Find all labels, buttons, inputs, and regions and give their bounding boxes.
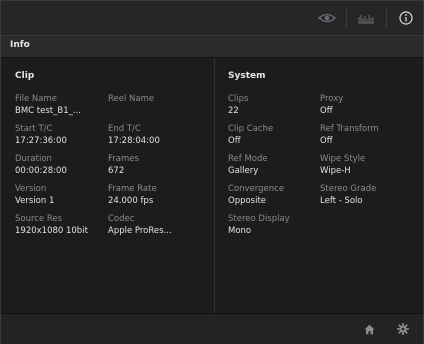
field-value: Off — [320, 106, 333, 116]
bottom-toolbar — [1, 313, 423, 344]
field-label: Stereo Grade — [320, 184, 377, 194]
field-value: Wipe-H — [320, 166, 351, 176]
info-content: Clip File Name BMC test_B1_... Reel Name… — [1, 58, 423, 313]
field-label: Proxy — [320, 94, 344, 104]
field-value: 00:00:28:00 — [15, 166, 67, 176]
field-value: Off — [320, 136, 333, 146]
clip-codec: Codec Apple ProRes... — [108, 214, 172, 237]
gear-icon[interactable] — [397, 323, 409, 335]
toolbar-separator — [386, 8, 387, 28]
field-label: Frame Rate — [108, 184, 157, 194]
clip-reel-name: Reel Name — [108, 94, 154, 106]
field-value: Gallery — [228, 166, 259, 176]
field-label: Ref Transform — [320, 124, 379, 134]
field-value: Apple ProRes... — [108, 226, 172, 236]
field-label: Convergence — [228, 184, 285, 194]
field-label: Source Res — [15, 214, 63, 224]
field-value: Off — [228, 136, 241, 146]
system-ref-transform: Ref Transform Off — [320, 124, 379, 147]
system-stereo-grade: Stereo Grade Left - Solo — [320, 184, 376, 207]
field-label: File Name — [15, 94, 58, 104]
field-value: Version 1 — [15, 196, 55, 206]
field-value: 22 — [228, 106, 239, 116]
toolbar-separator — [346, 8, 347, 28]
clip-file-name: File Name BMC test_B1_... — [15, 94, 81, 117]
system-wipe-style: Wipe Style Wipe-H — [320, 154, 365, 177]
clip-section-title: Clip — [15, 71, 35, 81]
field-value: 672 — [108, 166, 125, 176]
column-divider — [214, 58, 215, 313]
field-label: Codec — [108, 214, 135, 224]
top-toolbar — [1, 1, 423, 35]
system-ref-mode: Ref Mode Gallery — [228, 154, 268, 177]
panel-header: Info — [1, 35, 423, 58]
clip-end-tc: End T/C 17:28:04:00 — [108, 124, 160, 147]
field-label: Start T/C — [15, 124, 53, 134]
field-value: 24.000 fps — [108, 196, 154, 206]
clip-frames: Frames 672 — [108, 154, 139, 177]
field-label: Wipe Style — [320, 154, 366, 164]
field-value: 17:27:36:00 — [15, 136, 67, 146]
clip-source-res: Source Res 1920x1080 10bit — [15, 214, 88, 237]
field-label: Reel Name — [108, 94, 155, 104]
system-proxy: Proxy Off — [320, 94, 343, 117]
field-label: End T/C — [108, 124, 141, 134]
field-label: Stereo Display — [228, 214, 290, 224]
system-stereo-display: Stereo Display Mono — [228, 214, 290, 237]
field-value: 17:28:04:00 — [108, 136, 160, 146]
info-panel-window: Info Clip File Name BMC test_B1_... Reel… — [0, 0, 424, 344]
field-label: Ref Mode — [228, 154, 268, 164]
field-value: BMC test_B1_... — [15, 106, 81, 116]
home-icon[interactable] — [363, 323, 375, 335]
clip-start-tc: Start T/C 17:27:36:00 — [15, 124, 67, 147]
clip-frame-rate: Frame Rate 24.000 fps — [108, 184, 157, 207]
field-label: Frames — [108, 154, 139, 164]
system-clip-cache: Clip Cache Off — [228, 124, 273, 147]
eye-icon[interactable] — [317, 9, 337, 27]
system-convergence: Convergence Opposite — [228, 184, 284, 207]
system-section-title: System — [228, 71, 266, 81]
field-value: Opposite — [228, 196, 267, 206]
panel-title: Info — [10, 40, 30, 50]
field-value: 1920x1080 10bit — [15, 226, 88, 236]
clip-version: Version Version 1 — [15, 184, 54, 207]
field-value: Mono — [228, 226, 252, 236]
field-value: Left - Solo — [320, 196, 363, 206]
field-label: Clip Cache — [228, 124, 274, 134]
waveform-icon[interactable] — [356, 9, 376, 27]
field-label: Version — [15, 184, 47, 194]
field-label: Clips — [228, 94, 249, 104]
info-icon[interactable] — [397, 9, 415, 27]
field-label: Duration — [15, 154, 52, 164]
system-clips: Clips 22 — [228, 94, 248, 117]
clip-duration: Duration 00:00:28:00 — [15, 154, 67, 177]
